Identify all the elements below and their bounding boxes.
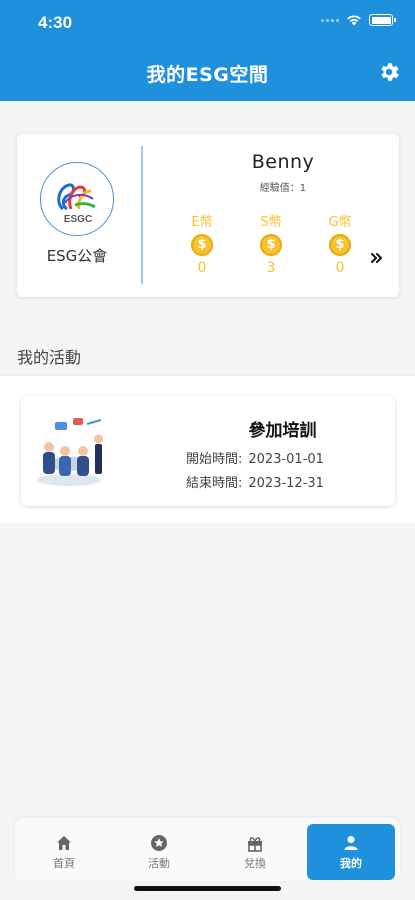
end-date-label: 結束時間: bbox=[186, 476, 243, 491]
settings-button[interactable] bbox=[377, 60, 401, 84]
double-chevron-right-icon bbox=[371, 253, 382, 263]
nav-item-mine[interactable]: 我的 bbox=[307, 824, 395, 880]
wifi-icon bbox=[347, 15, 361, 26]
nav-item-home[interactable]: 首頁 bbox=[20, 824, 108, 880]
org-logo-text: ESGC bbox=[64, 214, 92, 225]
star-icon bbox=[151, 835, 167, 851]
home-indicator bbox=[134, 886, 281, 891]
battery-icon bbox=[369, 14, 396, 26]
activity-end-date: 結束時間: 2023-12-31 bbox=[186, 472, 324, 491]
nav-label: 兌換 bbox=[244, 857, 266, 870]
nav-item-activities[interactable]: 活動 bbox=[115, 824, 203, 880]
coin-label: E幣 bbox=[191, 215, 213, 230]
status-icons bbox=[321, 14, 396, 26]
nav-label: 我的 bbox=[340, 857, 362, 870]
home-icon bbox=[57, 836, 71, 850]
divider bbox=[141, 146, 143, 284]
org-name: ESG公會 bbox=[46, 247, 108, 265]
activity-title: 參加培訓 bbox=[248, 421, 317, 441]
gear-icon bbox=[381, 63, 399, 81]
coin-value: 0 bbox=[335, 260, 345, 276]
nav-label: 首頁 bbox=[53, 857, 75, 870]
activity-start-date: 開始時間: 2023-01-01 bbox=[186, 448, 324, 467]
dollar-coin-icon: $ bbox=[329, 234, 351, 256]
s-coin: S幣 $ 3 bbox=[251, 214, 291, 276]
gift-icon bbox=[248, 837, 262, 852]
person-icon bbox=[344, 836, 358, 850]
dollar-coin-icon: $ bbox=[260, 234, 282, 256]
activity-list: 參加培訓 開始時間: 2023-01-01 結束時間: 2023-12-31 bbox=[0, 375, 415, 523]
start-date-value: 2023-01-01 bbox=[248, 452, 324, 467]
status-time: 4:30 bbox=[38, 13, 73, 32]
e-coin: E幣 $ 0 bbox=[182, 214, 222, 276]
training-illustration bbox=[29, 412, 115, 490]
user-name: Benny bbox=[251, 151, 315, 173]
org-logo: ESGC bbox=[40, 162, 114, 236]
bottom-nav: 首頁 活動 兌換 我的 bbox=[15, 818, 400, 881]
coin-label: G幣 bbox=[328, 215, 352, 230]
activity-card[interactable]: 參加培訓 開始時間: 2023-01-01 結束時間: 2023-12-31 bbox=[21, 396, 395, 506]
nav-item-redeem[interactable]: 兌換 bbox=[211, 824, 299, 880]
nav-label: 活動 bbox=[148, 857, 170, 870]
section-title-activities: 我的活動 bbox=[17, 348, 82, 367]
start-date-label: 開始時間: bbox=[186, 452, 243, 467]
app-header: 4:30 我的ESG空間 bbox=[0, 0, 415, 101]
coins-more-button[interactable] bbox=[369, 250, 385, 266]
coin-value: 0 bbox=[197, 260, 207, 276]
cellular-signal-icon bbox=[321, 18, 339, 22]
experience-value: 經驗值：1 bbox=[259, 183, 307, 194]
coin-label: S幣 bbox=[260, 215, 282, 230]
g-coin: G幣 $ 0 bbox=[320, 214, 360, 276]
end-date-value: 2023-12-31 bbox=[248, 476, 324, 491]
coin-value: 3 bbox=[266, 260, 276, 276]
page-title: 我的ESG空間 bbox=[146, 64, 269, 86]
profile-card: ESGC ESG公會 Benny 經驗值：1 E幣 $ 0 S幣 $ 3 G幣 … bbox=[17, 134, 399, 297]
dollar-coin-icon: $ bbox=[191, 234, 213, 256]
